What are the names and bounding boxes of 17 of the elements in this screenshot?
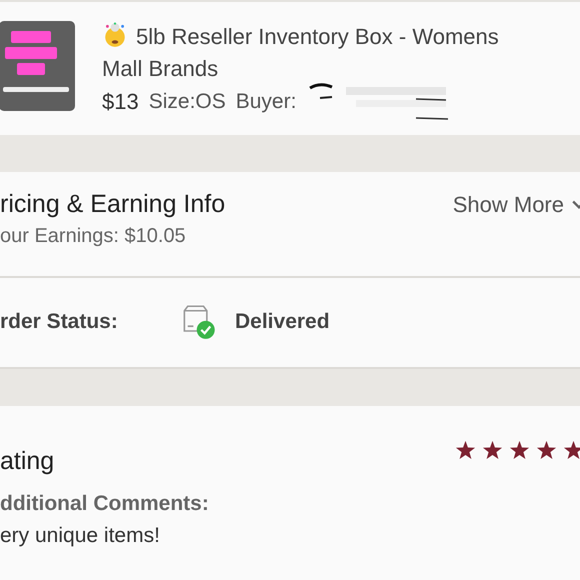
comment-text: ery unique items! xyxy=(0,524,161,548)
price: $13 xyxy=(102,89,139,115)
comments-label: dditional Comments: xyxy=(0,492,210,516)
section-heading: ricing & Earning Info xyxy=(0,190,226,219)
order-status-label: rder Status: xyxy=(0,310,119,334)
show-more-button[interactable]: Show More xyxy=(452,192,580,218)
star-icon xyxy=(482,440,503,460)
delivery-status: Delivered xyxy=(235,310,330,334)
buyer-label: Buyer: xyxy=(236,90,296,114)
section-heading: ating xyxy=(0,447,54,476)
star-icon xyxy=(563,440,580,460)
star-icon xyxy=(455,440,476,460)
earnings-text: our Earnings: $10.05 xyxy=(0,225,187,248)
star-icon xyxy=(536,440,557,460)
star-icon xyxy=(509,440,530,460)
product-title[interactable]: 5lb Reseller Inventory Box - Womens Mall Brands xyxy=(102,21,527,85)
size-label: Size:OS xyxy=(148,90,226,114)
